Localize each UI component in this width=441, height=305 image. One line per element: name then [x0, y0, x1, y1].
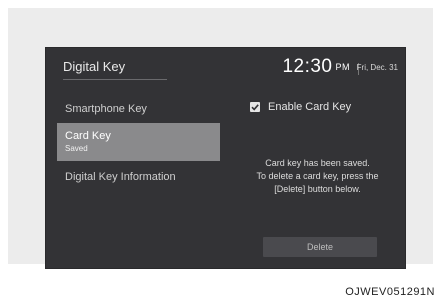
- digital-key-screen: Digital Key 12:30 PM Fri, Dec. 31 Smartph…: [45, 47, 406, 269]
- menu-item-label: Digital Key Information: [65, 171, 176, 183]
- title-underline: [63, 79, 167, 80]
- message-line: Card key has been saved.: [265, 158, 370, 168]
- message-line: To delete a card key, press the: [256, 171, 379, 181]
- figure-caption: OJWEV051291N: [345, 286, 435, 298]
- page-title: Digital Key: [63, 59, 126, 74]
- message-line: [Delete] button below.: [274, 184, 361, 194]
- clock-time: 12:30: [282, 56, 333, 77]
- enable-card-key-label[interactable]: Enable Card Key: [268, 101, 351, 113]
- checkmark-icon: [251, 104, 259, 111]
- menu-item-label: Smartphone Key: [65, 103, 147, 115]
- menu-item-card-key[interactable]: Card Key Saved: [57, 123, 220, 161]
- menu-item-smartphone-key[interactable]: Smartphone Key: [57, 99, 220, 119]
- delete-button[interactable]: Delete: [263, 237, 377, 257]
- clock: 12:30 PM: [282, 56, 350, 78]
- clock-ampm: PM: [335, 61, 350, 72]
- enable-card-key-checkbox[interactable]: [250, 102, 260, 112]
- display-bezel: Digital Key 12:30 PM Fri, Dec. 31 Smartph…: [8, 8, 433, 269]
- clock-date: Fri, Dec. 31: [356, 63, 398, 72]
- menu-item-label: Card Key: [65, 130, 111, 142]
- menu-item-status: Saved: [65, 144, 88, 153]
- info-message: Card key has been saved. To delete a car…: [235, 157, 400, 196]
- menu-item-digital-key-information[interactable]: Digital Key Information: [57, 167, 220, 187]
